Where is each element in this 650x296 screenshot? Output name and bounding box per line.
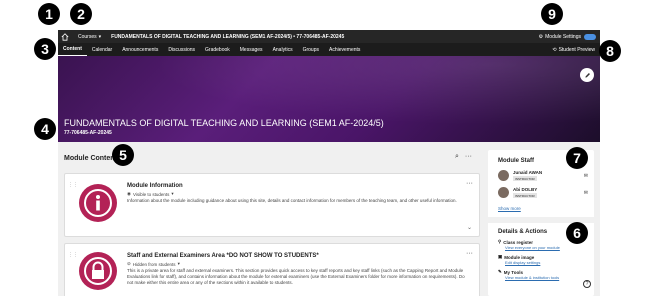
detail-label: My Tools [503,269,523,275]
tab-announcements[interactable]: Announcements [117,43,163,56]
callout-1: 1 [38,3,60,25]
class-register-link[interactable]: View everyone on your module [505,245,560,250]
module-settings-label: Module Settings [545,33,581,40]
module-content-heading: Module Content [64,155,117,162]
eye-icon: ◉ [127,191,131,196]
tools-icon: ✎ [498,269,502,274]
info-icon [79,184,117,222]
module-settings-button[interactable]: ⚙ Module Settings [539,34,581,40]
module-staff-heading: Module Staff [498,158,534,164]
my-tools-item: ✎ My Tools View module & institution tool… [498,269,559,280]
chevron-down-icon: ▾ [177,261,180,266]
callout-5: 5 [112,144,134,166]
staff-member[interactable]: Junaid AWAN INSTRUCTOR ✉ [498,170,588,181]
student-preview-label: Student Preview [558,46,595,53]
search-icon[interactable]: ⌕ [455,153,459,161]
staff-name: Abi DOLBY [513,187,538,192]
module-content-tools: ⌕ ··· [455,153,472,161]
tab-gradebook[interactable]: Gradebook [200,43,235,56]
avatar [498,170,509,181]
drag-handle-icon[interactable]: ⋮⋮ [68,252,78,258]
more-options-icon[interactable]: ··· [466,180,473,187]
courses-label: Courses [78,33,97,40]
tab-discussions[interactable]: Discussions [163,43,200,56]
module-nav: Content Calendar Announcements Discussio… [58,43,600,56]
callout-3: 3 [34,38,56,60]
item-description: Information about the module including g… [127,198,457,203]
tab-analytics[interactable]: Analytics [268,43,298,56]
tab-messages[interactable]: Messages [235,43,268,56]
tab-content[interactable]: Content [58,43,87,56]
class-register-item: ⚲ Class register View everyone on your mo… [498,239,560,250]
content-item[interactable]: ⋮⋮ Module Information ◉ Visible to stude… [64,173,480,237]
staff-member[interactable]: Abi DOLBY INSTRUCTOR ✉ [498,187,588,198]
home-icon[interactable] [60,32,70,42]
chevron-down-icon: ▾ [98,33,102,40]
visibility-control[interactable]: ⊘ Hidden from students ▾ [127,261,180,267]
tab-calendar[interactable]: Calendar [87,43,117,56]
banner-title: FUNDAMENTALS OF DIGITAL TEACHING AND LEA… [64,118,384,128]
item-title[interactable]: Module Information [127,183,183,189]
mail-icon[interactable]: ✉ [584,190,588,196]
detail-label: Module image [504,254,535,260]
module-banner: FUNDAMENTALS OF DIGITAL TEACHING AND LEA… [58,56,600,142]
pencil-icon [584,72,590,78]
content-item[interactable]: ⋮⋮ Staff and External Examiners Area *DO… [64,243,480,296]
module-settings-toggle[interactable] [584,33,596,40]
edit-display-settings-link[interactable]: Edit display settings [505,260,540,265]
more-options-icon[interactable]: ··· [465,153,472,161]
more-options-icon[interactable]: ··· [466,250,473,257]
people-icon: ⚲ [498,239,502,244]
edit-banner-button[interactable] [580,68,594,82]
courses-menu[interactable]: Courses ▾ [78,34,101,40]
top-bar: Courses ▾ FUNDAMENTALS OF DIGITAL TEACHI… [58,30,600,43]
student-preview-button[interactable]: ⟲ Student Preview [552,47,595,53]
expand-chevron-icon[interactable]: ⌄ [467,224,472,231]
role-badge: INSTRUCTOR [513,193,537,198]
callout-8: 8 [599,40,621,62]
callout-2: 2 [70,3,92,25]
callout-4: 4 [34,118,56,140]
callout-7: 7 [566,147,588,169]
tab-achievements[interactable]: Achievements [324,43,365,56]
visibility-control[interactable]: ◉ Visible to students ▾ [127,191,174,197]
tab-groups[interactable]: Groups [298,43,324,56]
role-badge: INSTRUCTOR [513,176,537,181]
drag-handle-icon[interactable]: ⋮⋮ [68,182,78,188]
module-image-item: ▣ Module image Edit display settings [498,254,540,265]
item-description: This is a private area for staff and ext… [127,268,465,285]
callout-9: 9 [541,3,563,25]
banner-course-code: 77-706485-AF-20245 [64,130,112,136]
eye-off-icon: ⊘ [127,261,131,266]
avatar [498,187,509,198]
visibility-label: Visible to students [132,191,170,197]
show-more-link[interactable]: Show more [498,206,521,211]
detail-label: Class register [503,239,534,245]
preview-icon: ⟲ [552,46,557,53]
item-title[interactable]: Staff and External Examiners Area *DO NO… [127,253,319,259]
view-tools-link[interactable]: View module & institution tools [505,275,559,280]
mail-icon[interactable]: ✉ [584,173,588,179]
help-icon[interactable]: ? [583,280,591,288]
callout-6: 6 [566,222,588,244]
image-icon: ▣ [498,254,503,259]
gear-icon: ⚙ [538,33,544,40]
lock-icon [79,252,117,290]
visibility-label: Hidden from students [132,261,176,267]
course-title: FUNDAMENTALS OF DIGITAL TEACHING AND LEA… [111,33,345,40]
details-actions-heading: Details & Actions [498,229,548,235]
staff-name: Junaid AWAN [513,170,543,175]
chevron-down-icon: ▾ [171,191,174,196]
